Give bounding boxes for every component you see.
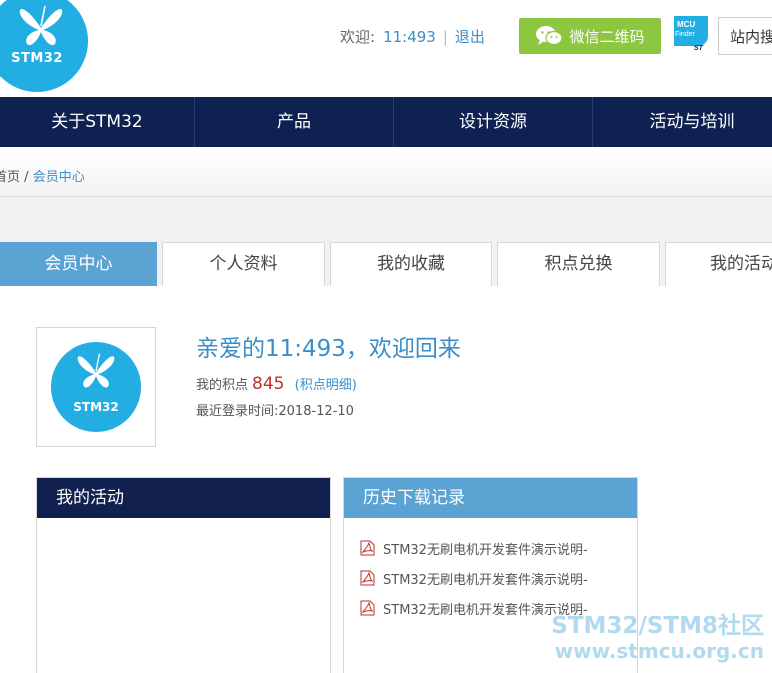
points-detail-label: 积点明细	[299, 378, 352, 393]
pdf-icon	[360, 600, 375, 616]
avatar[interactable]: STM32	[36, 327, 156, 447]
site-search-input[interactable]: 站内搜	[718, 17, 772, 55]
breadcrumb-current[interactable]: 会员中心	[33, 170, 85, 185]
mcu-finder-icon[interactable]: MCU Finder ST	[672, 16, 710, 52]
mcu-finder-line1: MCU	[677, 20, 695, 29]
watermark-line2: www.stmcu.org.cn	[554, 639, 764, 663]
tab-favorites[interactable]: 我的收藏	[330, 242, 492, 286]
welcome-bar: 欢迎: 11:493 | 退出	[340, 26, 485, 47]
wechat-qr-button[interactable]: 微信二维码	[519, 18, 661, 54]
site-watermark: STM32/STM8社区 www.stmcu.org.cn	[551, 614, 764, 664]
points-line: 我的积点 845 (积点明细)	[196, 374, 357, 394]
mcu-finder-line2: Finder	[675, 31, 696, 38]
points-value: 845	[252, 374, 285, 394]
pdf-icon	[360, 570, 375, 586]
nav-item-about[interactable]: 关于STM32	[0, 97, 194, 147]
wechat-qr-label: 微信二维码	[569, 27, 645, 46]
butterfly-icon	[19, 5, 63, 46]
butterfly-icon	[77, 353, 115, 388]
download-history-title: 历史下载记录	[344, 478, 637, 518]
my-activities-panel: 我的活动	[36, 477, 331, 673]
nav-item-design-resources[interactable]: 设计资源	[394, 97, 592, 147]
tab-points-exchange[interactable]: 积点兑换	[497, 242, 660, 286]
download-item-name: STM32无刷电机开发套件演示说明-	[383, 542, 588, 558]
pdf-icon	[360, 540, 375, 556]
breadcrumb-home[interactable]: 首页	[0, 170, 20, 185]
username-link[interactable]: 11:493	[383, 28, 436, 46]
download-item-name: STM32无刷电机开发套件演示说明-	[383, 572, 588, 588]
logout-link[interactable]: 退出	[455, 28, 485, 46]
welcome-separator: |	[442, 28, 448, 46]
download-list: STM32无刷电机开发套件演示说明- STM32无刷电机开发套件演示说明- ST…	[344, 518, 637, 623]
tab-my-activities[interactable]: 我的活动	[665, 242, 772, 286]
member-center-page: STM32 欢迎: 11:493 | 退出 微信二维码 MCU Finder ST 站…	[0, 0, 772, 673]
wechat-icon	[536, 26, 564, 46]
last-login-label: 最近登录时间:	[196, 404, 279, 419]
points-detail-link[interactable]: (积点明细)	[295, 378, 357, 393]
download-item[interactable]: STM32无刷电机开发套件演示说明-	[344, 533, 637, 563]
tab-member-center[interactable]: 会员中心	[0, 242, 157, 286]
last-login: 最近登录时间:2018-12-10	[196, 400, 354, 419]
download-item[interactable]: STM32无刷电机开发套件演示说明-	[344, 563, 637, 593]
breadcrumb-separator: /	[24, 170, 29, 185]
watermark-line1: STM32/STM8社区	[551, 613, 764, 639]
logo-text: STM32	[11, 51, 63, 66]
greeting-title: 亲爱的11:493，欢迎回来	[196, 336, 461, 362]
points-label: 我的积点	[196, 378, 249, 393]
nav-item-products[interactable]: 产品	[195, 97, 393, 147]
avatar-logo-text: STM32	[73, 400, 119, 414]
breadcrumb-bar	[0, 147, 772, 197]
welcome-label: 欢迎:	[340, 28, 376, 46]
avatar-logo: STM32	[51, 342, 141, 432]
last-login-value: 2018-12-10	[278, 404, 354, 419]
st-brand-icon: ST	[694, 45, 704, 52]
main-nav: 关于STM32 产品 设计资源 活动与培训	[0, 97, 772, 147]
nav-item-events-training[interactable]: 活动与培训	[593, 97, 772, 147]
tab-profile[interactable]: 个人资料	[162, 242, 325, 286]
breadcrumb: 首页 / 会员中心	[0, 166, 85, 185]
site-search-placeholder: 站内搜	[730, 28, 772, 46]
stm32-logo[interactable]: STM32	[0, 0, 88, 92]
my-activities-title: 我的活动	[37, 478, 330, 518]
